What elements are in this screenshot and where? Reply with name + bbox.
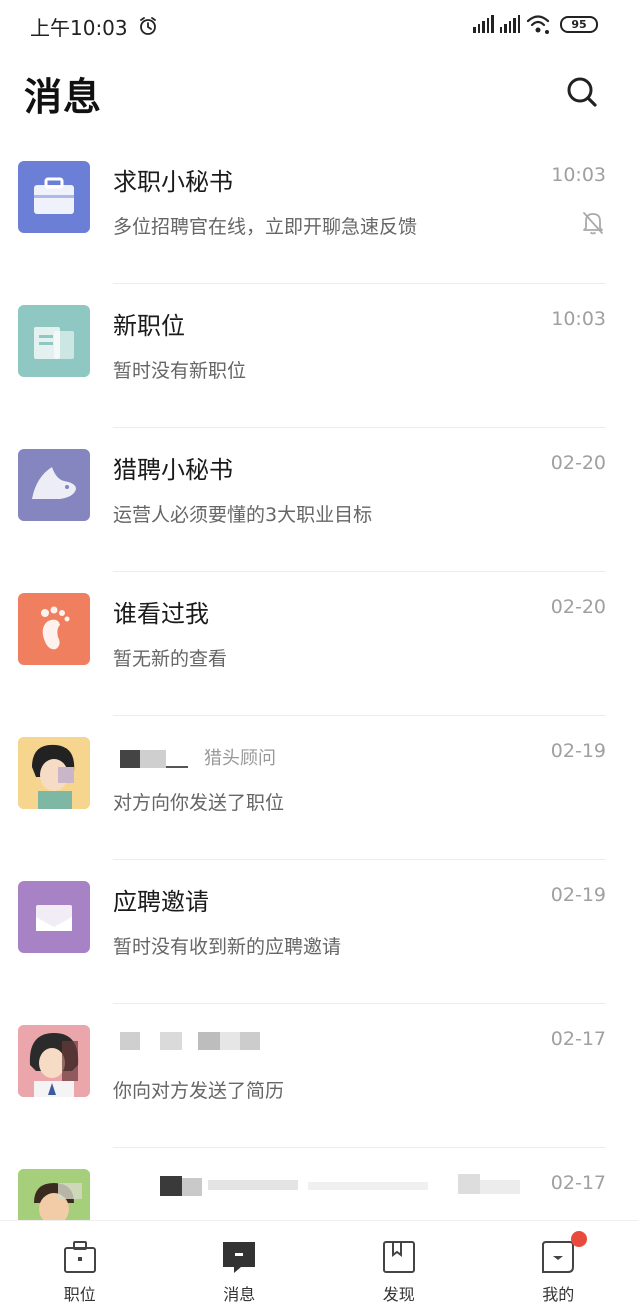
header: 消息: [0, 60, 638, 130]
contact-avatar: [18, 1025, 90, 1097]
message-time: 02-20: [550, 452, 606, 474]
list-item[interactable]: 02-17 你向对方发送了简历: [0, 1004, 638, 1148]
chat-icon: [223, 1242, 256, 1273]
message-preview: 你向对方发送了简历: [113, 1080, 285, 1102]
message-title: 求职小秘书: [113, 168, 233, 196]
tab-jobs[interactable]: 职位: [0, 1221, 160, 1312]
message-title: 猎聘小秘书: [113, 456, 233, 484]
list-item[interactable]: 猎聘小秘书 02-20 运营人必须要懂的3大职业目标: [0, 428, 638, 572]
redacted-name: [118, 1172, 538, 1196]
tab-label: 发现: [382, 1285, 415, 1304]
list-item[interactable]: 应聘邀请 02-19 暂时没有收到新的应聘邀请: [0, 860, 638, 1004]
redacted-name: [118, 746, 188, 768]
bird-icon: [18, 449, 90, 521]
tab-label: 消息: [223, 1285, 256, 1304]
tab-profile[interactable]: 我的: [479, 1221, 638, 1312]
message-time: 02-17: [550, 1172, 606, 1194]
list-item[interactable]: 谁看过我 02-20 暂无新的查看: [0, 572, 638, 716]
briefcase-icon: [18, 161, 90, 233]
envelope-icon: [18, 881, 90, 953]
message-preview: 暂时没有新职位: [113, 360, 247, 382]
message-list: 求职小秘书 10:03 多位招聘官在线，立即开聊急速反馈 新职位 10:03 暂…: [0, 140, 638, 1292]
list-item[interactable]: 求职小秘书 10:03 多位招聘官在线，立即开聊急速反馈: [0, 140, 638, 284]
message-preview: 运营人必须要懂的3大职业目标: [113, 504, 373, 526]
tab-messages[interactable]: 消息: [160, 1221, 320, 1312]
page-title: 消息: [24, 75, 103, 119]
message-time: 02-19: [550, 740, 606, 762]
briefcase-icon: [63, 1241, 96, 1273]
signal-icon-2: [499, 15, 520, 33]
tab-label: 职位: [63, 1285, 96, 1304]
list-item[interactable]: 猎头顾问 02-19 对方向你发送了职位: [0, 716, 638, 860]
message-title: 应聘邀请: [113, 888, 209, 916]
list-item[interactable]: 新职位 10:03 暂时没有新职位: [0, 284, 638, 428]
bookmark-icon: [382, 1241, 415, 1273]
contact-avatar: [18, 737, 90, 809]
profile-icon: [542, 1241, 575, 1273]
message-time: 02-20: [550, 596, 606, 618]
message-title: 新职位: [113, 312, 185, 340]
notification-badge: [570, 1231, 587, 1247]
message-time: 10:03: [551, 164, 606, 186]
contact-role: 猎头顾问: [204, 748, 276, 769]
redacted-name: [118, 1030, 263, 1052]
message-time: 02-17: [550, 1028, 606, 1050]
tab-label: 我的: [542, 1285, 575, 1304]
footprint-icon: [18, 593, 90, 665]
search-icon[interactable]: [562, 72, 602, 112]
status-time: 上午10:03: [30, 15, 128, 40]
status-bar: 上午10:03 95: [0, 0, 638, 52]
bottom-tab-bar: 职位 消息 发现 我的: [0, 1220, 638, 1312]
battery-level: 95: [571, 17, 587, 31]
document-icon: [18, 305, 90, 377]
battery-indicator: 95: [560, 15, 598, 33]
message-preview: 对方向你发送了职位: [113, 792, 285, 814]
muted-bell-icon: [583, 212, 603, 235]
message-preview: 暂无新的查看: [113, 648, 228, 670]
message-time: 10:03: [551, 308, 606, 330]
wifi-icon: [526, 15, 550, 34]
signal-icon-1: [473, 15, 494, 33]
message-title: 谁看过我: [113, 600, 209, 628]
alarm-icon: [139, 17, 156, 35]
message-preview: 暂时没有收到新的应聘邀请: [113, 936, 342, 958]
tab-discover[interactable]: 发现: [319, 1221, 479, 1312]
message-time: 02-19: [550, 884, 606, 906]
message-preview: 多位招聘官在线，立即开聊急速反馈: [113, 216, 418, 238]
